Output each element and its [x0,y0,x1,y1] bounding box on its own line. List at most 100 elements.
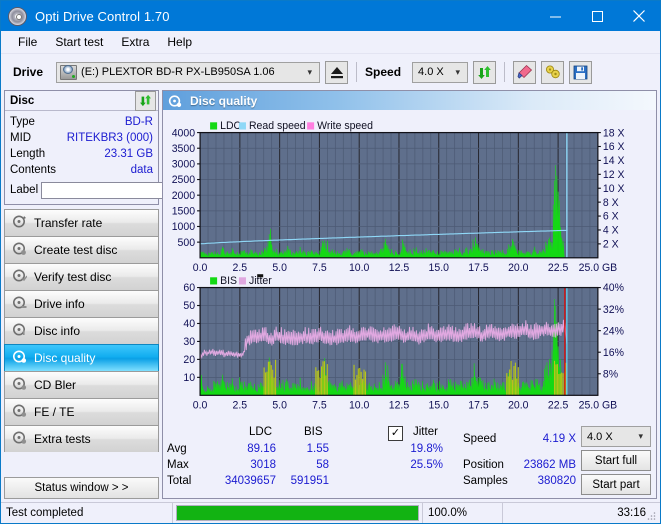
resize-grip-icon[interactable] [646,510,657,521]
svg-text:14 X: 14 X [603,155,625,167]
start-full-button[interactable]: Start full [581,450,651,471]
drive-icon [60,64,78,80]
menu-item-help[interactable]: Help [158,33,201,51]
menu-item-file[interactable]: File [9,33,46,51]
progress-bar [173,503,423,523]
status-window-button[interactable]: Status window > > [4,477,159,499]
page-title: Disc quality [190,93,258,108]
speed-select[interactable]: 4.0 X ▾ [412,61,469,83]
disc-quality-charts: 500 1000 1500 2000 2500 3000 3500 4000 2 X4 X 6 X… [163,110,656,422]
jitter-checkbox[interactable]: ✓ [388,425,403,441]
svg-text:0.0: 0.0 [193,400,208,412]
disc-row-key: MID [10,132,32,144]
checkbox-box: ✓ [388,426,403,441]
main-body: Disc Type BD-R MID RITEKBR3 (000) Length… [1,90,660,502]
disc-row-key: Length [10,148,46,160]
svg-text:15.0: 15.0 [429,262,450,274]
svg-text:Write speed: Write speed [317,120,373,132]
sidebar-item-label: Verify test disc [34,270,112,284]
disc-test-icon [12,403,27,421]
eject-button[interactable] [325,60,349,84]
jitter-label: Jitter [413,426,438,438]
svg-text:20.0: 20.0 [508,400,529,412]
right-column: Disc quality 500 1000 1500 2000 2500 3000 3500… [162,90,657,502]
sidebar-item-disc-info[interactable]: Disc info [4,317,159,344]
eraser-button[interactable] [513,60,537,84]
svg-text:25.0 GB: 25.0 GB [579,400,618,412]
svg-text:5.0: 5.0 [272,262,287,274]
drive-label: Drive [13,65,44,79]
svg-text:3000: 3000 [172,158,195,170]
sidebar-item-disc-quality[interactable]: Disc quality [4,344,159,371]
sidebar-item-verify-test-disc[interactable]: Verify test disc [4,263,159,290]
sidebar-item-label: Create test disc [34,243,118,257]
svg-text:16 X: 16 X [603,141,625,153]
disc-icon [8,6,27,26]
stats-max-ldc: 3018 [250,459,276,471]
close-icon[interactable] [618,1,660,31]
test-speed-select[interactable]: 4.0 X ▾ [581,426,651,447]
stats-col-ldc: LDC [249,426,273,438]
title-bar: Opti Drive Control 1.70 [1,1,660,31]
drive-select[interactable]: (E:) PLEXTOR BD-R PX-LB950SA 1.06 ▾ [56,61,321,83]
window-controls [534,1,660,31]
stats-col-bis: BIS [304,426,323,438]
speed-value: 4.19 X [542,433,576,445]
svg-text:17.5: 17.5 [468,400,489,412]
sidebar-item-create-test-disc[interactable]: Create test disc [4,236,159,263]
status-message: Test completed [1,503,173,523]
ldc-chart: 500 1000 1500 2000 2500 3000 3500 4000 2 X4 X 6 X… [172,120,625,274]
sidebar-item-label: Extra tests [34,432,91,446]
svg-text:500: 500 [178,237,196,249]
svg-text:22.5: 22.5 [548,400,569,412]
tools-button[interactable] [541,60,565,84]
bis-chart: 10 20 30 40 50 60 8% 16% 24% 32% 40% 0.0 2.5 5.0 7.5 10… [183,274,625,412]
disc-row-type: Type BD-R [10,114,153,130]
start-part-button[interactable]: Start part [581,474,651,495]
disc-test-icon [12,295,27,313]
disc-panel: Disc Type BD-R MID RITEKBR3 (000) Length… [4,90,249,205]
toolbar-divider [356,62,358,82]
disc-row-value: data [130,164,153,176]
svg-text:50: 50 [183,300,195,312]
sidebar-item-drive-info[interactable]: Drive info [4,290,159,317]
chevron-down-icon: ▾ [455,66,461,77]
sidebar-item-label: CD Bler [34,378,77,392]
position-key: Position [463,459,504,471]
sidebar-item-fe-te[interactable]: FE / TE [4,398,159,425]
disc-row-length: Length 23.31 GB [10,146,153,162]
elapsed-time: 33:16 [617,507,646,519]
refresh-button[interactable] [473,60,497,84]
disc-test-icon [12,430,27,448]
stats-avg-ldc: 89.16 [247,443,276,455]
disc-quality-icon [168,94,182,108]
sidebar-item-extra-tests[interactable]: Extra tests [4,425,159,452]
svg-text:BIS: BIS [220,275,237,287]
save-button[interactable] [569,60,593,84]
svg-text:32%: 32% [603,304,625,316]
menu-item-extra[interactable]: Extra [112,33,158,51]
chevron-down-icon: ▾ [307,66,313,77]
disc-refresh-button[interactable] [135,90,156,111]
svg-text:7.5: 7.5 [312,262,327,274]
svg-text:17.5: 17.5 [468,262,489,274]
disc-row-contents: Contents data [10,162,153,178]
svg-text:2000: 2000 [172,190,195,202]
sidebar-item-cd-bler[interactable]: CD Bler [4,371,159,398]
svg-text:12.5: 12.5 [389,400,410,412]
sidebar-item-transfer-rate[interactable]: Transfer rate [4,209,159,236]
disc-row-key: Type [10,116,35,128]
minimize-icon[interactable] [534,1,576,31]
menu-bar: File Start test Extra Help [1,31,660,54]
svg-text:40%: 40% [603,282,625,294]
stats-max-bis: 58 [316,459,329,471]
maximize-icon[interactable] [576,1,618,31]
stats-row-total-label: Total [167,475,192,487]
svg-text:8 X: 8 X [603,197,619,209]
svg-text:6 X: 6 X [603,211,619,223]
svg-text:10 X: 10 X [603,183,625,195]
svg-text:20: 20 [183,354,195,366]
menu-item-start-test[interactable]: Start test [46,33,112,51]
sidebar-item-label: FE / TE [34,405,75,419]
